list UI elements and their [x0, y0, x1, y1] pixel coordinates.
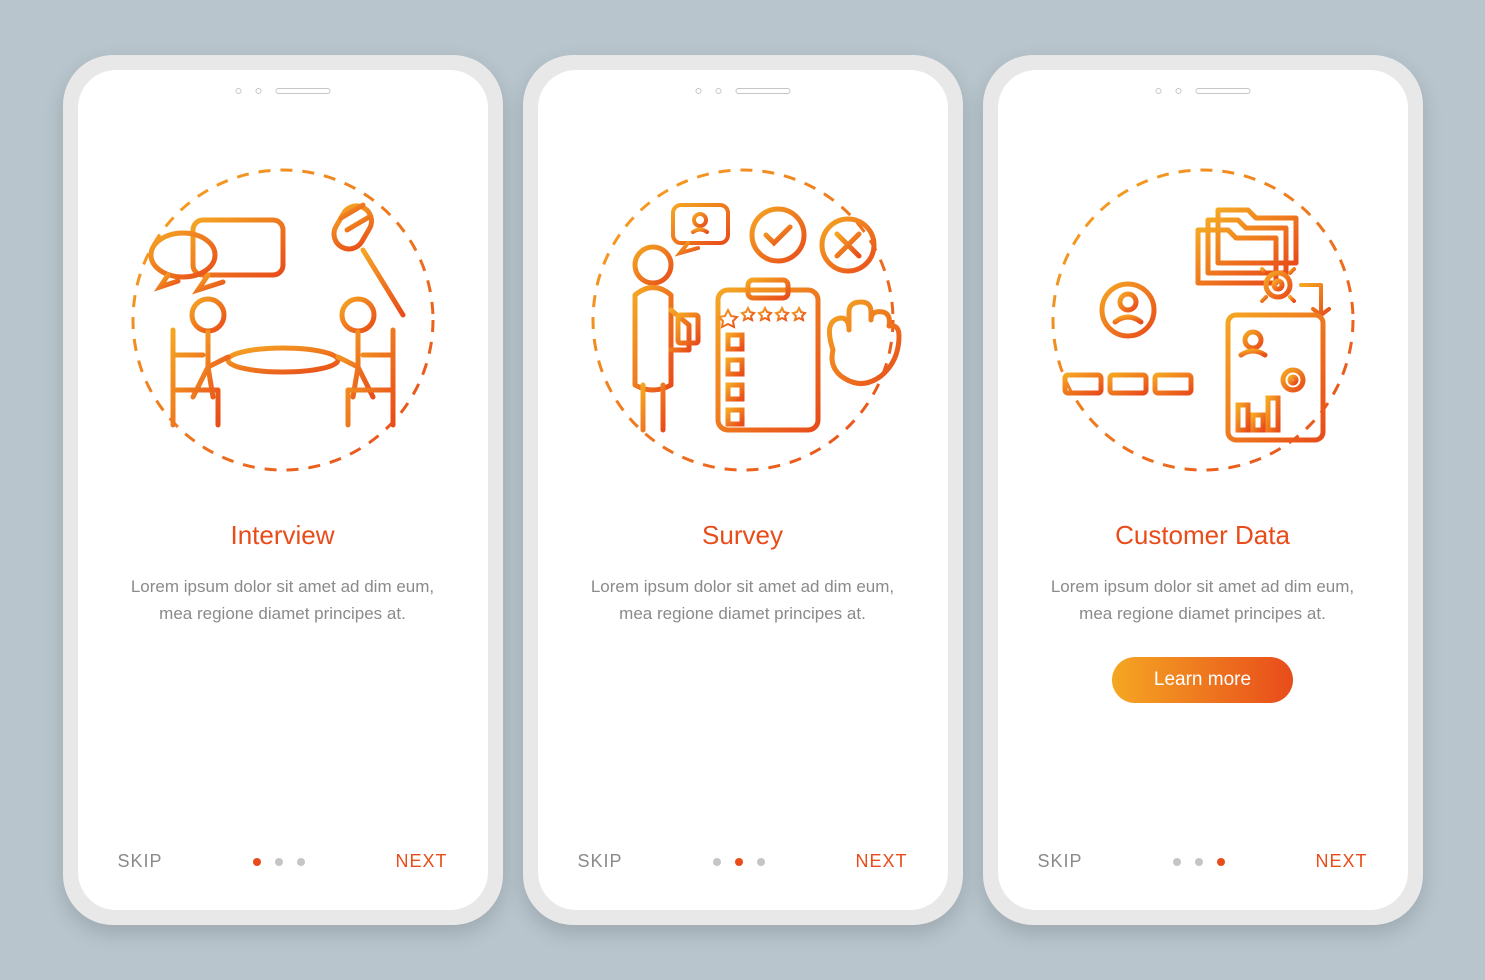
- onboarding-nav: SKIP NEXT: [998, 851, 1408, 872]
- onboarding-nav: SKIP NEXT: [78, 851, 488, 872]
- screen-description: Lorem ipsum dolor sit amet ad dim eum, m…: [998, 573, 1408, 627]
- pagination-dots: [713, 858, 765, 866]
- screen-description: Lorem ipsum dolor sit amet ad dim eum, m…: [538, 573, 948, 627]
- phone-mockup-1: Interview Lorem ipsum dolor sit amet ad …: [63, 55, 503, 925]
- page-dot-2[interactable]: [275, 858, 283, 866]
- onboarding-screen-1: Interview Lorem ipsum dolor sit amet ad …: [78, 70, 488, 910]
- screen-description: Lorem ipsum dolor sit amet ad dim eum, m…: [78, 573, 488, 627]
- screen-title: Interview: [230, 520, 334, 551]
- page-dot-1[interactable]: [1173, 858, 1181, 866]
- learn-more-button[interactable]: Learn more: [1112, 657, 1293, 703]
- page-dot-3[interactable]: [1217, 858, 1225, 866]
- interview-icon: [113, 150, 453, 490]
- screen-title: Customer Data: [1115, 520, 1290, 551]
- page-dot-2[interactable]: [735, 858, 743, 866]
- skip-button[interactable]: SKIP: [118, 851, 163, 872]
- phone-mockup-2: Survey Lorem ipsum dolor sit amet ad dim…: [523, 55, 963, 925]
- phone-notch: [235, 88, 330, 94]
- phone-notch: [1155, 88, 1250, 94]
- phone-mockup-3: Customer Data Lorem ipsum dolor sit amet…: [983, 55, 1423, 925]
- survey-icon: [573, 150, 913, 490]
- onboarding-screen-2: Survey Lorem ipsum dolor sit amet ad dim…: [538, 70, 948, 910]
- skip-button[interactable]: SKIP: [578, 851, 623, 872]
- pagination-dots: [253, 858, 305, 866]
- phone-notch: [695, 88, 790, 94]
- page-dot-1[interactable]: [253, 858, 261, 866]
- screen-title: Survey: [702, 520, 783, 551]
- skip-button[interactable]: SKIP: [1038, 851, 1083, 872]
- next-button[interactable]: NEXT: [395, 851, 447, 872]
- next-button[interactable]: NEXT: [855, 851, 907, 872]
- pagination-dots: [1173, 858, 1225, 866]
- page-dot-3[interactable]: [297, 858, 305, 866]
- next-button[interactable]: NEXT: [1315, 851, 1367, 872]
- customer-data-icon: [1033, 150, 1373, 490]
- page-dot-2[interactable]: [1195, 858, 1203, 866]
- page-dot-3[interactable]: [757, 858, 765, 866]
- page-dot-1[interactable]: [713, 858, 721, 866]
- onboarding-screen-3: Customer Data Lorem ipsum dolor sit amet…: [998, 70, 1408, 910]
- onboarding-nav: SKIP NEXT: [538, 851, 948, 872]
